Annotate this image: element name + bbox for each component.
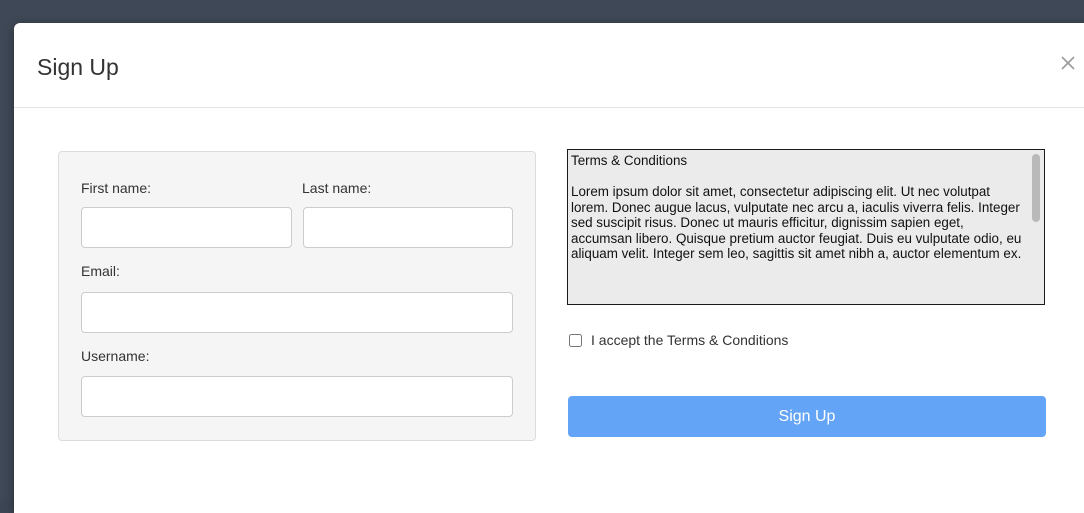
modal-header: Sign Up (14, 23, 1084, 108)
terms-scroll-thumb[interactable] (1032, 154, 1040, 222)
sign-up-button[interactable]: Sign Up (568, 396, 1046, 437)
accept-terms-label: I accept the Terms & Conditions (591, 332, 789, 348)
terms-textarea[interactable]: Terms & Conditions Lorem ipsum dolor sit… (567, 149, 1045, 305)
username-input[interactable] (81, 376, 513, 417)
first-name-input[interactable] (81, 207, 292, 248)
close-icon (1061, 56, 1075, 70)
signup-form-panel: First name: Last name: Email: Username: (58, 151, 536, 441)
terms-scrollbar[interactable] (1029, 150, 1044, 304)
last-name-label: Last name: (302, 180, 372, 196)
last-name-input[interactable] (303, 207, 513, 248)
signup-modal: Sign Up First name: Last name: Email: Us… (14, 23, 1084, 513)
username-label: Username: (81, 348, 150, 364)
modal-title: Sign Up (37, 54, 119, 80)
terms-text: Terms & Conditions Lorem ipsum dolor sit… (571, 153, 1022, 261)
accept-terms-row: I accept the Terms & Conditions (569, 331, 788, 349)
email-label: Email: (81, 263, 120, 279)
first-name-label: First name: (81, 180, 152, 196)
accept-terms-checkbox[interactable] (569, 333, 582, 347)
close-button[interactable] (1056, 51, 1080, 75)
email-input[interactable] (81, 292, 513, 333)
